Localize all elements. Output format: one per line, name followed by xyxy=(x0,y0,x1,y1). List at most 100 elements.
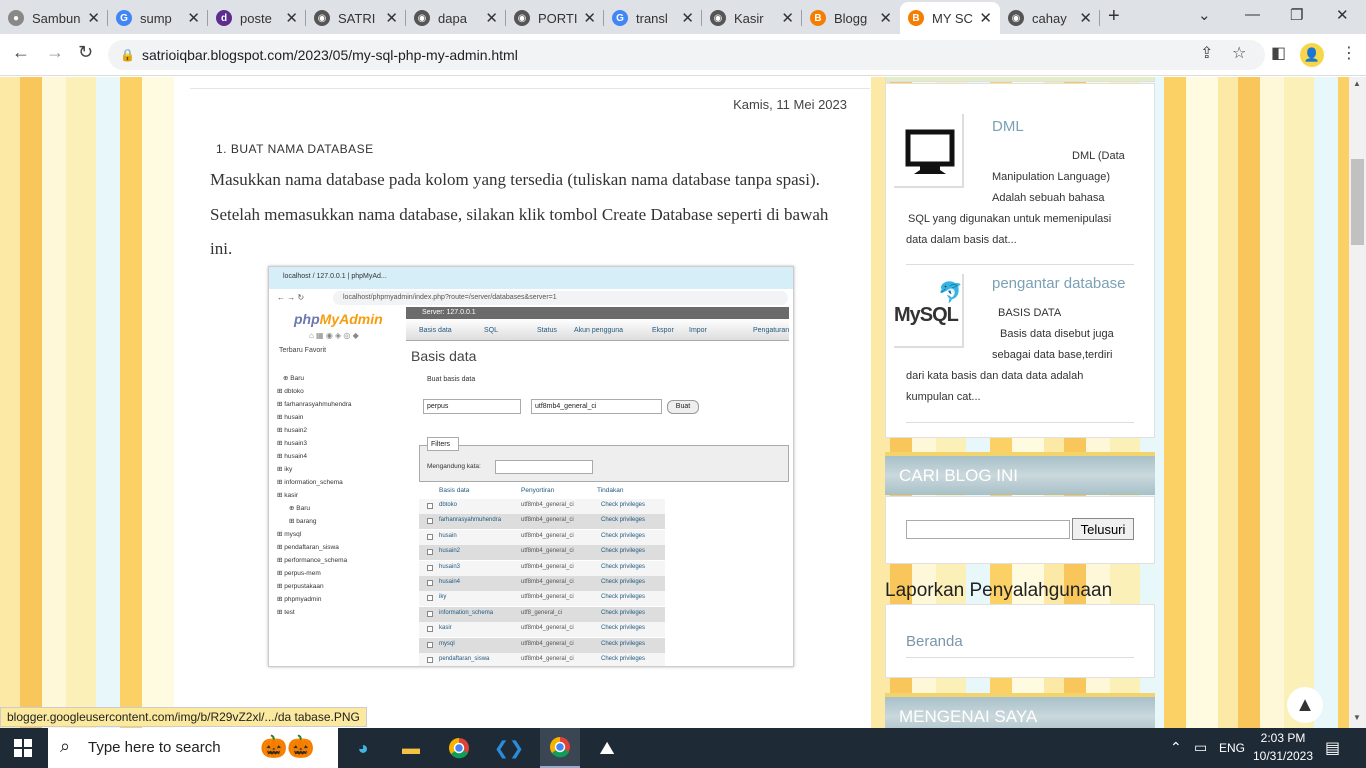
clock-date[interactable]: 10/31/2023 xyxy=(1249,749,1317,763)
back-arrow-icon[interactable]: ← xyxy=(12,42,30,63)
tab-favicon-icon: B xyxy=(908,10,924,26)
tray-chevron-icon[interactable]: ⌃ xyxy=(1170,739,1182,756)
search-icon: ⌕ xyxy=(60,736,71,756)
shot-row-collation: utf8mb4_general_ci xyxy=(521,579,574,585)
shot-row-checkbox xyxy=(427,626,433,633)
bookmark-star-icon[interactable]: ☆ xyxy=(1232,43,1246,63)
shot-row-collation: utf8mb4_general_ci xyxy=(521,548,574,555)
scroll-down-arrow-icon[interactable]: ▼ xyxy=(1353,713,1361,722)
shot-row-action: Check privileges xyxy=(601,656,646,662)
browser-tab[interactable]: ◉ cahay ✕ xyxy=(1000,2,1100,34)
photos-app-icon[interactable]: ⛰ xyxy=(594,736,620,760)
menu-dots-icon[interactable]: ⋮ xyxy=(1341,43,1357,63)
divider xyxy=(906,657,1134,658)
back-to-top-button[interactable]: ▲ xyxy=(1287,687,1323,723)
monitor-thumbnail[interactable] xyxy=(894,114,964,188)
page-viewport: Kamis, 11 Mei 2023 1. BUAT NAMA DATABASE… xyxy=(0,77,1349,728)
phpmyadmin-screenshot-image[interactable]: localhost / 127.0.0.1 | phpMyAd... ← → ↻ l… xyxy=(268,266,794,667)
windows-taskbar: ⌕ Type here to search 🎃🎃 ◕ ▬ ❮❯ ⛰ ⌃ ▭ EN… xyxy=(0,728,1366,768)
shot-nav-item: Status xyxy=(537,327,557,334)
file-explorer-icon[interactable]: ▬ xyxy=(398,736,424,760)
language-indicator[interactable]: ENG xyxy=(1219,741,1245,755)
shot-row-name: information_schema xyxy=(439,609,494,616)
sidebar: DML DML (Data Manipulation Language) Ada… xyxy=(885,77,1155,728)
chrome-active-icon[interactable] xyxy=(540,728,580,768)
tab-title: poste xyxy=(240,10,272,26)
share-icon[interactable]: ⇪ xyxy=(1200,43,1213,63)
browser-tab[interactable]: Gtransl ✕ xyxy=(604,2,702,34)
mysql-thumbnail[interactable]: MySQL 🐬 xyxy=(894,274,964,348)
tab-close-icon[interactable]: ✕ xyxy=(979,9,992,27)
tab-search-icon[interactable]: ⌄ xyxy=(1198,6,1211,24)
taskbar-search-box[interactable]: ⌕ Type here to search 🎃🎃 xyxy=(48,728,338,768)
notifications-icon[interactable]: ▤ xyxy=(1325,738,1340,758)
url-text[interactable]: satrioiqbar.blogspot.com/2023/05/my-sql-… xyxy=(142,47,518,63)
network-icon[interactable]: ▭ xyxy=(1194,739,1207,756)
mysql-logo-text: MySQL xyxy=(894,304,959,326)
page-scrollbar[interactable]: ▲ ▼ xyxy=(1349,77,1366,728)
post-title-dml[interactable]: DML xyxy=(992,118,1024,135)
shot-row-action: Check privileges xyxy=(601,548,646,555)
browser-tab[interactable]: ◉ PORTI ✕ xyxy=(506,2,604,34)
halloween-pumpkin-icon: 🎃🎃 xyxy=(260,734,315,759)
browser-tab[interactable]: d poste ✕ xyxy=(208,2,306,34)
tab-close-icon[interactable]: ✕ xyxy=(879,9,892,27)
browser-tab[interactable]: ● Sambungk ✕ xyxy=(0,2,108,34)
browser-tab[interactable]: B MY SC ✕ xyxy=(900,2,1000,34)
monitor-icon xyxy=(905,129,955,174)
new-tab-button[interactable]: + xyxy=(1108,5,1120,28)
windows-start-icon[interactable] xyxy=(10,736,36,760)
tab-title: Sambungk xyxy=(32,10,81,26)
tab-close-icon[interactable]: ✕ xyxy=(1079,9,1092,27)
side-panel-icon[interactable]: ◧ xyxy=(1271,43,1286,63)
post-paragraph: Masukkan nama database pada kolom yang t… xyxy=(210,170,829,258)
maximize-button[interactable]: ❐ xyxy=(1290,6,1303,24)
search-button[interactable]: Telusuri xyxy=(1072,518,1134,540)
chrome-icon[interactable] xyxy=(446,736,472,760)
shot-row-checkbox xyxy=(427,595,433,602)
browser-tab[interactable]: ◉ Kasir ✕ xyxy=(702,2,802,34)
blog-search-input[interactable] xyxy=(906,520,1070,539)
post-divider xyxy=(190,88,870,89)
browser-tab[interactable]: B Blogg ✕ xyxy=(802,2,900,34)
shot-row-collation: utf8mb4_general_ci xyxy=(521,594,574,601)
tab-close-icon[interactable]: ✕ xyxy=(781,9,794,27)
shot-row-action: Check privileges xyxy=(601,609,646,616)
browser-tab[interactable]: ◉ SATRI ✕ xyxy=(306,2,406,34)
browser-tab[interactable]: ◉ dapa ✕ xyxy=(406,2,506,34)
shot-row-collation: utf8mb4_general_ci xyxy=(521,656,574,662)
forward-arrow-icon[interactable]: → xyxy=(46,42,64,63)
tab-close-icon[interactable]: ✕ xyxy=(681,9,694,27)
shot-row-checkbox xyxy=(427,533,433,540)
tab-close-icon[interactable]: ✕ xyxy=(485,9,498,27)
post-title-pengantar[interactable]: pengantar database xyxy=(992,275,1125,292)
tab-favicon-icon: B xyxy=(810,10,826,26)
minimize-button[interactable]: — xyxy=(1245,6,1260,23)
shot-row-checkbox xyxy=(427,518,433,525)
profile-avatar[interactable]: 👤 xyxy=(1300,43,1324,67)
browser-tab[interactable]: Gsump ✕ xyxy=(108,2,208,34)
tab-title: cahay xyxy=(1032,10,1067,26)
tab-close-icon[interactable]: ✕ xyxy=(385,9,398,27)
reload-icon[interactable]: ↻ xyxy=(78,42,93,63)
shot-contains-label: Mengandung kata: xyxy=(427,463,481,470)
clock-time[interactable]: 2:03 PM xyxy=(1255,731,1311,745)
edge-browser-icon[interactable]: ◕ xyxy=(350,736,376,760)
tab-close-icon[interactable]: ✕ xyxy=(87,9,100,27)
tab-favicon-icon: ● xyxy=(8,10,24,26)
scroll-thumb[interactable] xyxy=(1351,159,1364,245)
shot-tree-item: ⊞ husain xyxy=(277,414,304,421)
shot-collation-select: utf8mb4_general_ci xyxy=(531,399,662,414)
tab-favicon-icon: ◉ xyxy=(314,10,330,26)
tab-close-icon[interactable]: ✕ xyxy=(285,9,298,27)
shot-column-header: Penyortiran xyxy=(521,487,555,494)
tab-close-icon[interactable]: ✕ xyxy=(583,9,596,27)
home-link[interactable]: Beranda xyxy=(906,633,963,650)
post-snippet-line: kumpulan cat... xyxy=(906,391,981,403)
tab-close-icon[interactable]: ✕ xyxy=(187,9,200,27)
omnibox[interactable]: 🔒 satrioiqbar.blogspot.com/2023/05/my-sq… xyxy=(108,40,1265,70)
vscode-icon[interactable]: ❮❯ xyxy=(494,736,524,760)
scroll-up-arrow-icon[interactable]: ▲ xyxy=(1353,79,1361,88)
shot-toolbar-icons: ⌂ ▦ ◉ ◈ ◎ ◆ xyxy=(309,331,359,340)
close-window-button[interactable]: ✕ xyxy=(1336,6,1349,24)
